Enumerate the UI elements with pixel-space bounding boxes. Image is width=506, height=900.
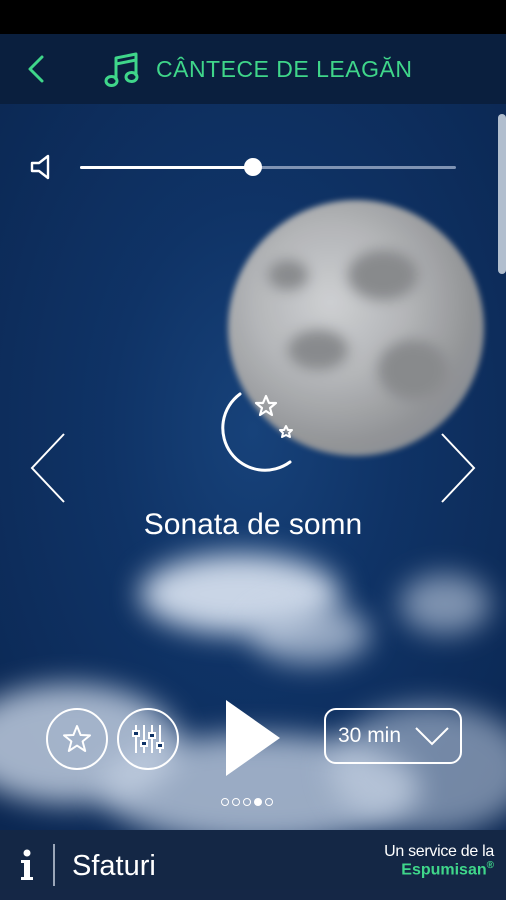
tips-link[interactable]: Sfaturi [72,850,156,883]
song-title: Sonata de somn [143,508,363,541]
page-dot[interactable] [232,798,240,806]
next-song-arrow-icon[interactable] [436,430,480,506]
player-scene: Sonata de somn 30 min [0,104,506,830]
volume-thumb[interactable] [243,158,262,176]
page-indicator [221,798,273,806]
previous-song-arrow-icon[interactable] [26,430,70,506]
back-chevron-icon[interactable] [20,51,56,87]
status-bar [0,0,506,34]
speaker-icon [30,154,50,180]
page-title: CÂNTECE DE LEAGĂN [156,56,413,82]
timer-value: 30 min [338,724,402,747]
play-icon[interactable] [222,698,284,778]
favorite-button[interactable] [46,708,108,770]
brand-logo: Un service de la Espumisan® [384,843,494,879]
info-icon[interactable] [16,848,38,882]
sleep-timer-select[interactable]: 30 min [324,708,462,764]
page-dot[interactable] [254,798,262,806]
brand-name: Espumisan® [401,859,494,879]
volume-fill [80,166,253,169]
volume-slider[interactable] [80,158,456,176]
page-dot[interactable] [265,798,273,806]
chevron-down-icon [415,727,449,746]
mixer-button[interactable] [117,708,179,770]
page-dot[interactable] [221,798,229,806]
page-dot[interactable] [243,798,251,806]
moon-stars-icon [221,392,293,472]
app-header: CÂNTECE DE LEAGĂN [0,34,506,104]
equalizer-icon [132,725,164,753]
footer-divider [53,844,55,886]
star-icon [63,725,91,752]
scrollbar[interactable] [498,114,506,274]
footer-bar: Sfaturi Un service de la Espumisan® [0,830,506,900]
music-note-icon [104,52,139,87]
brand-prefix: Un service de la [384,843,494,860]
